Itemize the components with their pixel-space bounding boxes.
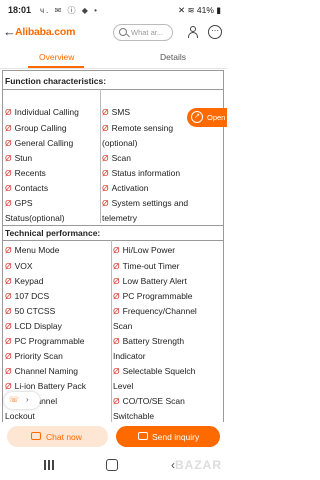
column-divider [100,89,101,223]
technical-item-10: Ø Li-ion Battery Pack [5,381,86,391]
function-item-r4: Ø Scan [102,153,131,163]
section-divider [3,225,223,226]
technical-item-6: Ø LCD Display [5,321,62,331]
search-placeholder: What ar... [131,28,164,37]
technical-item-r12: Switchable [113,411,155,421]
system-indicators: ✕ ≋ 41% ▮ [177,5,221,15]
function-item-1: Ø Individual Calling [5,107,79,117]
technical-item-r7: Ø Battery Strength [113,336,185,346]
profile-icon[interactable] [186,25,200,39]
function-item-3: Ø General Calling [5,138,74,148]
status-bar: 18:01 ч. ✉ ⓘ ◆ • ✕ ≋ 41% ▮ [0,0,227,19]
technical-item-r11: Ø CO/TO/SE Scan [113,396,185,406]
function-item-r5: Ø Status information [102,168,181,178]
technical-section-title: Technical performance: [5,228,101,238]
function-item-6: Ø Contacts [5,183,49,193]
app-header: ← Alibaba.com What ar... ⋯ [0,19,227,47]
technical-item-3: Ø Keypad [5,276,44,286]
action-bar: Chat now Send inquiry [0,422,227,450]
more-options-icon[interactable]: ⋯ [208,25,222,39]
technical-item-r9: Ø Selectable Squelch [113,366,196,376]
search-field[interactable]: What ar... [113,24,173,41]
section-divider [3,240,223,241]
recents-icon[interactable] [43,459,55,471]
chat-icon [31,432,41,440]
active-tab-indicator [28,66,84,68]
technical-item-r8: Indicator [113,351,146,361]
chat-now-label: Chat now [46,432,82,442]
function-item-r3: (optional) [102,138,138,148]
function-item-5: Ø Recents [5,168,46,178]
technical-item-1: Ø Menu Mode [5,245,60,255]
function-section-title: Function characteristics: [5,76,107,86]
function-item-7: Ø GPS [5,198,33,208]
function-item-r1: Ø SMS [102,107,131,117]
function-item-r7: Ø System settings and [102,198,189,208]
function-item-r6: Ø Activation [102,183,149,193]
technical-item-r10: Level [113,381,134,391]
function-item-4: Ø Stun [5,153,33,163]
technical-item-r5: Ø Frequency/Channel [113,306,197,316]
function-item-8: Status(optional) [5,213,65,223]
technical-item-9: Ø Channel Naming [5,366,78,376]
send-inquiry-label: Send inquiry [152,432,200,442]
phone-icon: ☏ [9,395,20,404]
send-inquiry-button[interactable]: Send inquiry [116,426,220,447]
column-divider [111,240,112,422]
technical-item-12: Lockout [5,411,35,421]
home-icon[interactable] [106,459,118,471]
floating-contact-widget[interactable]: ☏ › [4,392,40,409]
technical-item-r6: Scan [113,321,133,331]
technical-item-r3: Ø Low Battery Alert [113,276,187,286]
watermark: BAZAR [175,458,222,472]
chevron-right-icon: › [26,395,29,404]
open-label: Open [207,113,226,122]
alibaba-logo[interactable]: Alibaba.com [15,26,75,38]
technical-item-r1: Ø Hi/Low Power [113,245,176,255]
technical-item-8: Ø Priority Scan [5,351,63,361]
chat-now-button[interactable]: Chat now [7,426,108,447]
tab-details[interactable]: Details [160,52,186,62]
technical-item-5: Ø 50 CTCSS [5,306,56,316]
technical-item-r2: Ø Time-out Timer [113,261,180,271]
function-item-r8: telemetry [102,213,137,223]
technical-item-2: Ø VOX [5,261,33,271]
tab-bar: Overview Details [0,47,227,69]
function-item-r2: Ø Remote sensing [102,123,174,133]
mail-icon [138,432,148,440]
section-divider [3,89,223,90]
open-icon: ↗ [191,111,203,123]
function-item-2: Ø Group Calling [5,123,67,133]
open-button[interactable]: ↗ Open [187,108,227,127]
technical-item-r4: Ø PC Programmable [113,291,193,301]
status-time: 18:01 [8,5,32,15]
technical-item-7: Ø PC Programmable [5,336,85,346]
tab-overview[interactable]: Overview [39,52,74,62]
technical-item-4: Ø 107 DCS [5,291,50,301]
notification-icons: ч. ✉ ⓘ ◆ • [40,6,99,15]
search-icon [119,28,127,36]
